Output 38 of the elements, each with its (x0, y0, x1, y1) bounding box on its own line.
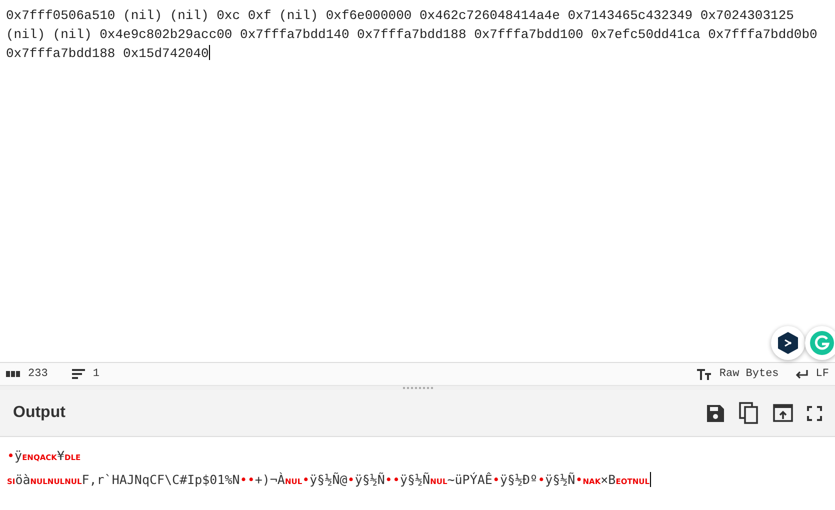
output-text: öà (15, 472, 30, 487)
enter-arrow-icon[interactable] (794, 369, 808, 379)
unprintable-dot: • (247, 472, 255, 487)
lines-icon (72, 369, 85, 379)
character-count: 233 (28, 366, 48, 382)
output-text: ×B (600, 472, 616, 487)
output-text: ~üPÝAÊ (447, 472, 492, 487)
resize-handle[interactable] (402, 387, 432, 389)
characters-icon (6, 371, 20, 377)
eol-label[interactable]: LF (816, 366, 829, 382)
line-count: 1 (92, 366, 100, 382)
translator-extension-icon[interactable] (771, 326, 805, 360)
encoding-label[interactable]: Raw Bytes (719, 366, 779, 382)
unprintable-dot: • (347, 472, 355, 487)
output-text: ÿ§½Ñ (400, 472, 430, 487)
unprintable-dot: • (492, 472, 500, 487)
text-format-icon[interactable] (697, 368, 712, 380)
unprintable-dot: • (240, 472, 248, 487)
save-icon[interactable] (706, 404, 725, 422)
unprintable-dot: • (7, 448, 15, 463)
unprintable-dot: • (392, 472, 400, 487)
replace-input-icon[interactable] (773, 404, 793, 422)
output-text: ¥ (56, 448, 64, 463)
unprintable-dot: • (302, 472, 310, 487)
output-title: Output (13, 403, 66, 423)
unprintable-dot: • (538, 472, 546, 487)
output-text: ÿ§½Ñ@ (310, 472, 348, 487)
output-text: F,r`HAJNqCF\C#Ip$01%N (82, 472, 240, 487)
copy-icon[interactable] (739, 402, 759, 424)
output-text: ÿ§½Ðº (500, 472, 538, 487)
output-text: ÿ§½Ñ (354, 472, 385, 487)
unprintable-dot: • (384, 472, 392, 487)
fullscreen-icon[interactable] (807, 406, 822, 420)
output-text: ÿ§½Ñ (545, 472, 576, 487)
unprintable-dot: • (575, 472, 583, 487)
output-text: +)¬À (254, 472, 285, 487)
input-text: 0x7fff0506a510 (nil) (nil) 0xc 0xf (nil) 0xf6e000000 0x462c726048414a4e 0x7143465c432349 0x7024303125 (nil) (nil) 0x4e9c802b29acc00 0x7fffa7bdd140 0x7fffa7bdd188 0x7fffa7bdd100 0x7efc50dd41ca 0x7fffa7bdd0b0 0x7fffa7bdd188 0x15d742040 (6, 6, 829, 63)
output-text: ÿ (14, 448, 22, 463)
